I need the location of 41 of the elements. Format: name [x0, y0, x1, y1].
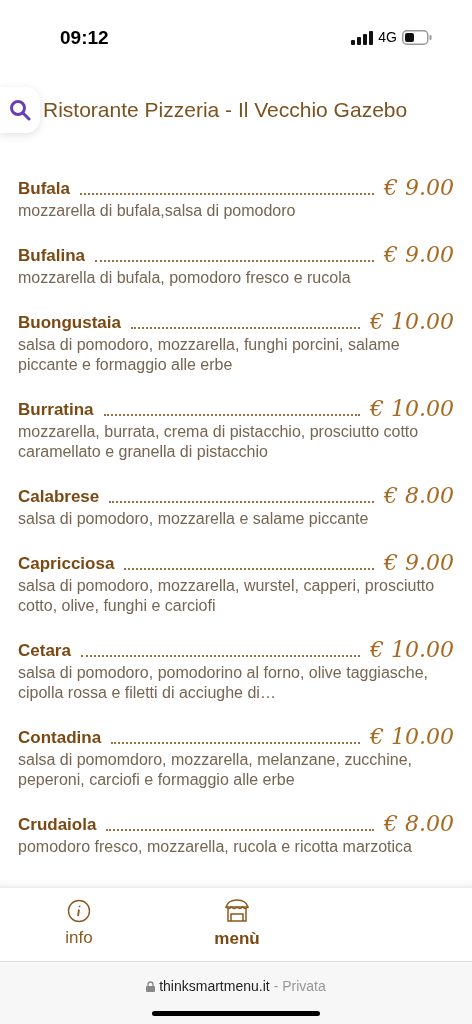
dish-name: Cetara	[18, 639, 71, 662]
dish-name: Crudaiola	[18, 813, 97, 836]
dish-name: Bufala	[18, 177, 70, 200]
browsing-mode: - Privata	[273, 977, 326, 996]
dish-price: € 10.00	[370, 724, 454, 750]
signal-icon	[351, 30, 374, 45]
storefront-icon	[223, 897, 251, 924]
dish-name: Burratina	[18, 398, 94, 421]
dish-description: pomodoro fresco, mozzarella, rucola e ricotta marzotica	[18, 837, 413, 857]
dish-description: mozzarella di bufala,salsa di pomodoro	[18, 201, 297, 221]
dish-description: salsa di pomodoro, mozzarella, funghi porcini, salame piccante e formaggio alle erbe	[18, 335, 401, 375]
dish-name: Contadina	[18, 726, 102, 749]
battery-icon	[402, 30, 432, 45]
dish-price: € 9.00	[384, 175, 454, 201]
dish-price: € 9.00	[384, 550, 454, 576]
dish-description: mozzarella, burrata, crema di pistacchio, prosciutto cotto caramellato e granella di pistacchio	[18, 422, 420, 462]
dish-price: € 10.00	[370, 309, 454, 335]
network-label: 4G	[378, 28, 397, 47]
dish-price: € 10.00	[370, 637, 454, 663]
dish-description: salsa di pomodoro, pomodorino al forno, olive taggiasche, cipolla rossa e filetti di acciughe di…	[18, 663, 430, 703]
lock-icon	[146, 981, 156, 992]
dish-description: salsa di pomodoro, mozzarella, wurstel, capperi, prosciutto cotto, olive, funghi e carciofi	[18, 576, 436, 616]
url-domain: thinksmartmenu.it	[159, 977, 270, 996]
dish-name: Calabrese	[18, 485, 100, 508]
dish-name: Bufalina	[18, 244, 86, 267]
dish-price: € 9.00	[384, 242, 454, 268]
dish-name: Capricciosa	[18, 552, 115, 575]
search-icon	[9, 99, 31, 121]
tab-bar-item[interactable]: info	[0, 898, 158, 951]
dish-price: € 8.00	[384, 811, 454, 837]
dish-price: € 8.00	[384, 483, 454, 509]
info-icon	[67, 898, 91, 923]
search-button[interactable]	[0, 87, 40, 133]
dish-price: € 10.00	[370, 396, 454, 422]
dish-description: mozzarella di bufala, pomodoro fresco e rucola	[18, 268, 352, 288]
restaurant-title: Ristorante Pizzeria - Il Vecchio Gazebo	[43, 97, 408, 124]
dish-description: salsa di pomodoro, mozzarella e salame piccante	[18, 509, 370, 529]
status-time: 09:12	[60, 26, 109, 50]
dish-name: Buongustaia	[18, 311, 121, 334]
dish-description: salsa di pomomdoro, mozzarella, melanzane, zucchine, peperoni, carciofi e formaggio alle erbe	[18, 750, 413, 790]
tab-bar-item[interactable]: menù	[158, 897, 316, 952]
